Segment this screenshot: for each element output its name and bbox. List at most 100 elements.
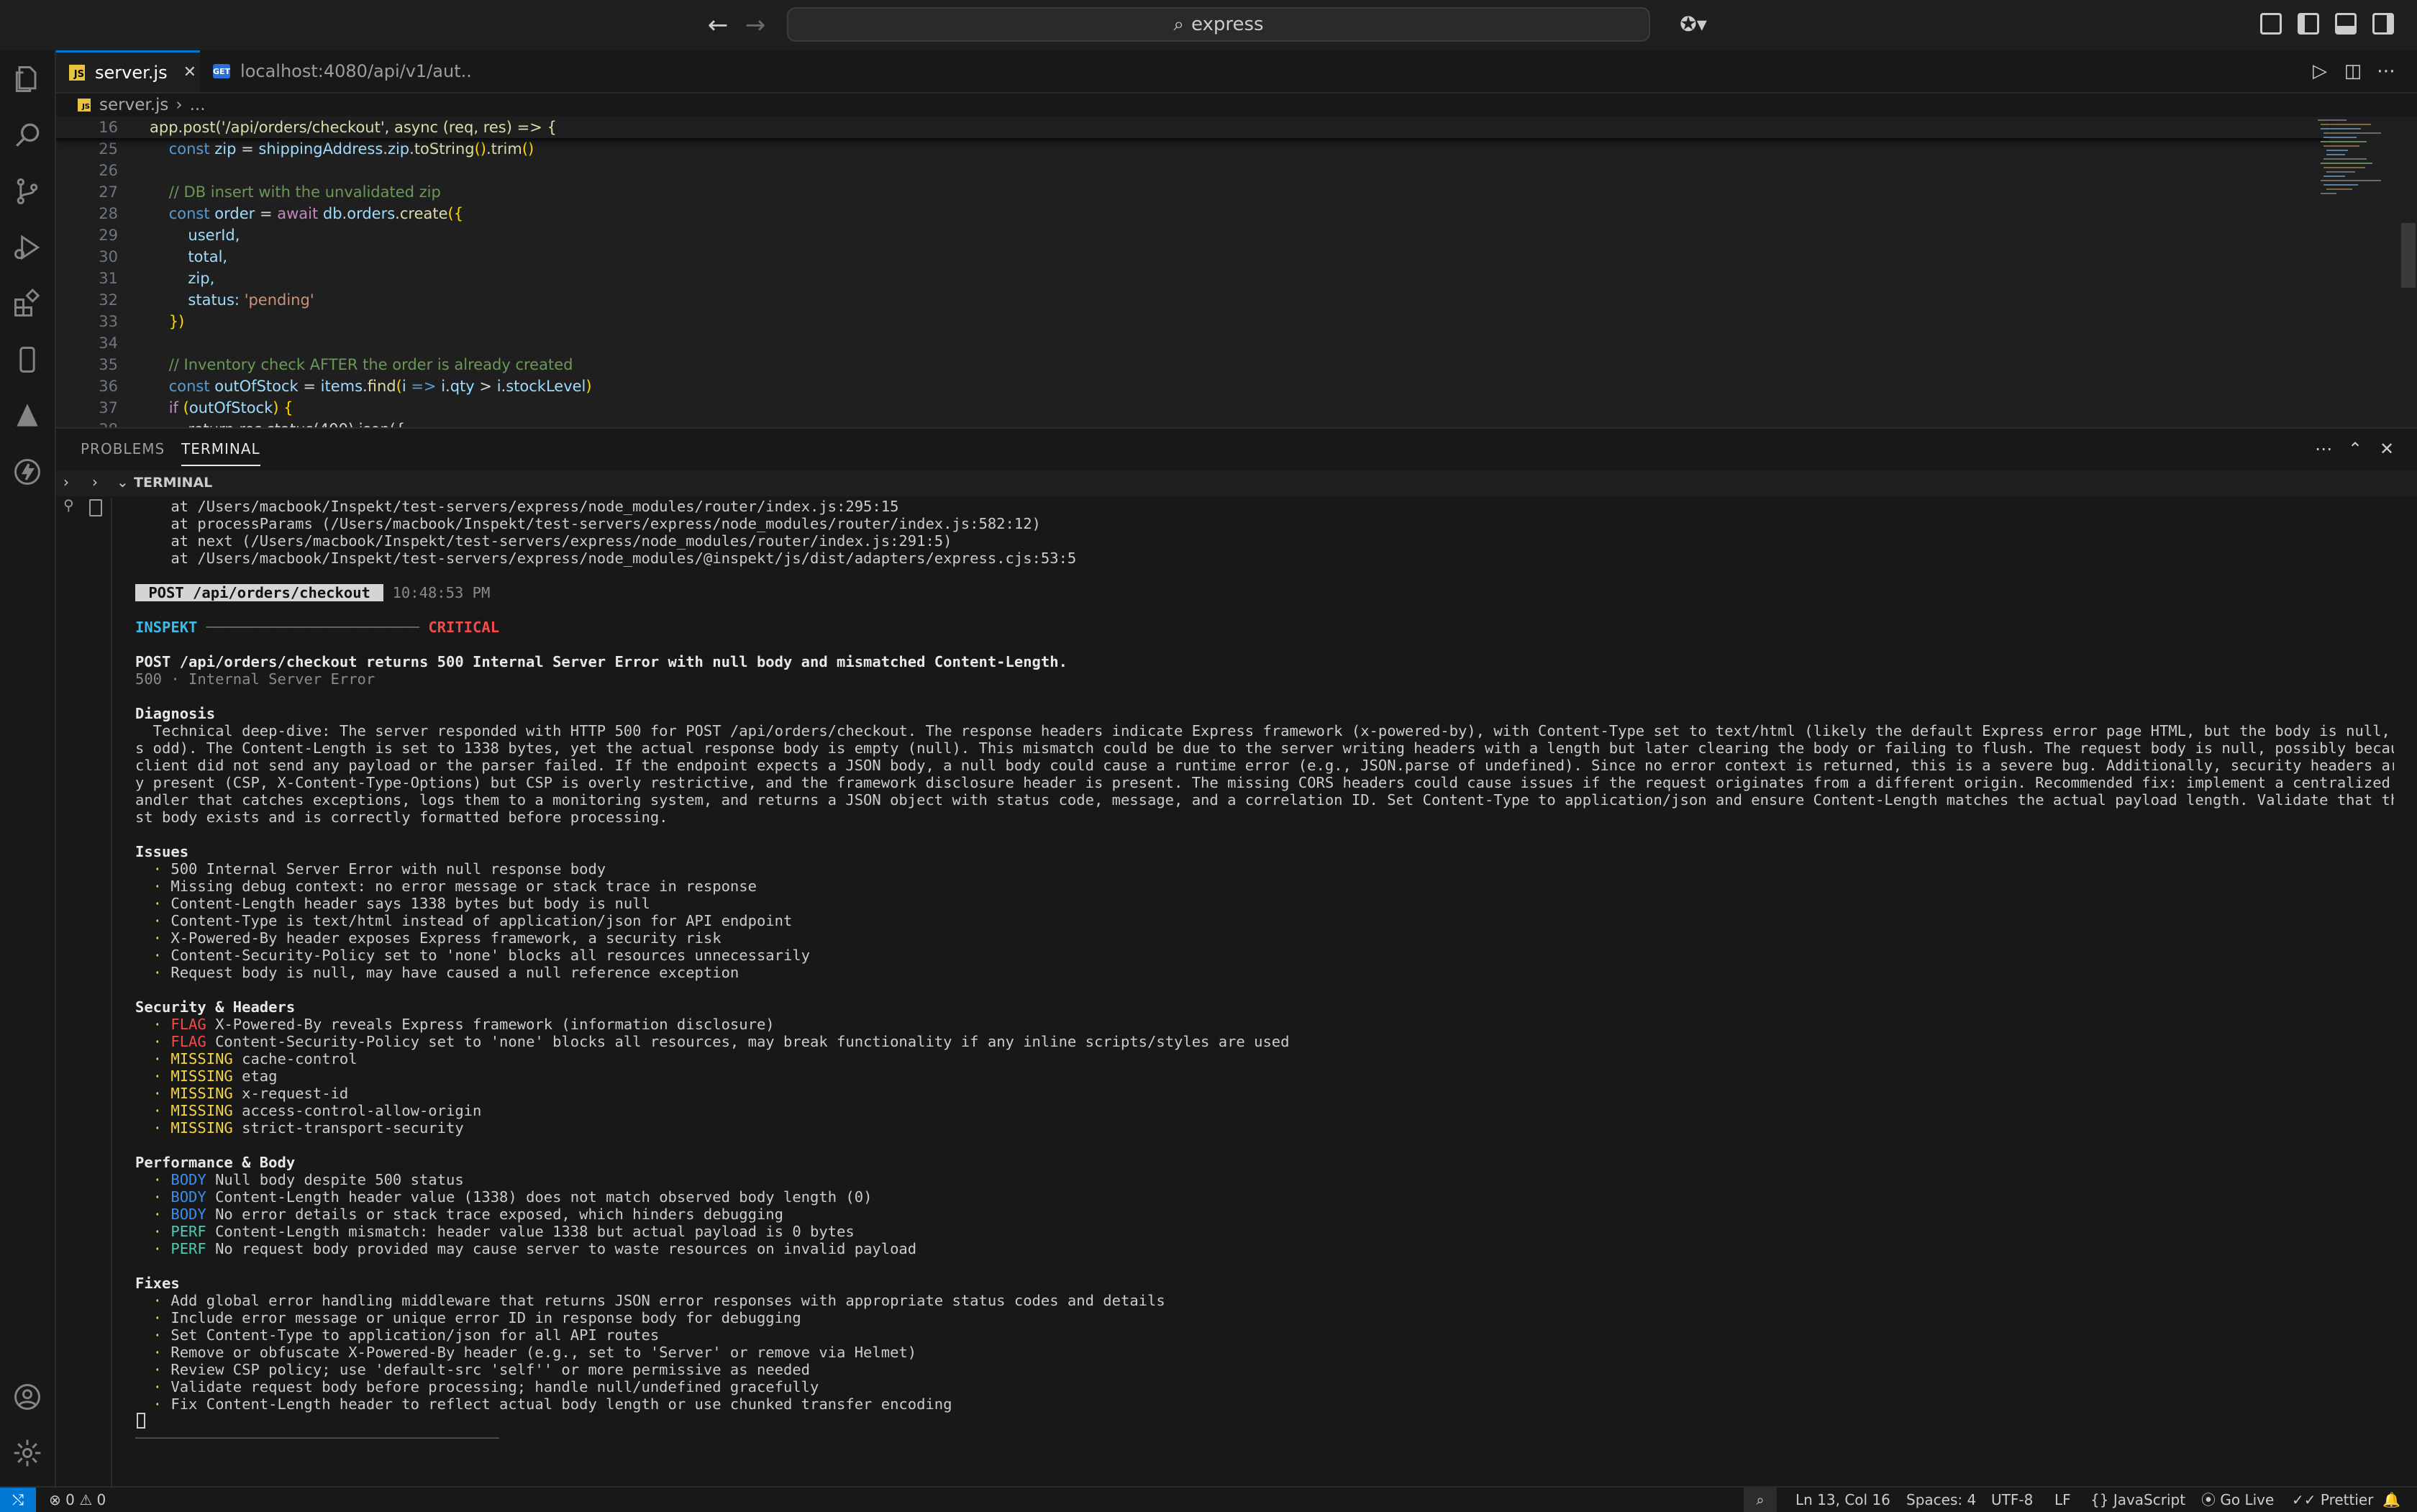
split-editor-icon[interactable]: ◫ (2341, 60, 2365, 82)
toggle-panel-icon[interactable] (2335, 13, 2357, 35)
security-item: · MISSING cache-control (135, 1050, 358, 1067)
chevron-right-icon[interactable]: › (63, 473, 69, 491)
tab-problems[interactable]: PROBLEMS (81, 440, 165, 465)
security-item: · MISSING access-control-allow-origin (135, 1102, 482, 1119)
terminal-header[interactable]: › › ⌄ TERMINAL (56, 470, 2417, 496)
search-icon: ⌕ (1173, 14, 1184, 35)
copilot-icon[interactable]: ✪▾ (1670, 9, 1716, 40)
bottom-panel: PROBLEMS TERMINAL ⋯ ⌃ ✕ › › ⌄ TERMINAL ⚲… (56, 427, 2417, 1488)
more-actions-icon[interactable]: ⋯ (2374, 60, 2398, 82)
minimap[interactable] (2316, 117, 2403, 427)
testing-flask-icon[interactable] (10, 399, 45, 433)
perf-item: · BODY No error details or stack trace e… (135, 1206, 783, 1223)
toggle-primary-sidebar-icon[interactable] (2298, 13, 2319, 35)
more-actions-icon[interactable]: ⋯ (2311, 437, 2336, 460)
code-line: 31 zip, (99, 270, 215, 287)
terminal-output[interactable]: at /Users/macbook/Inspekt/test-servers/e… (135, 498, 2394, 1488)
search-text: express (1191, 14, 1264, 35)
code-line: 26 (99, 162, 118, 179)
toggle-secondary-sidebar-icon[interactable] (2372, 13, 2394, 35)
forward-arrow-icon[interactable]: → (739, 10, 771, 40)
fix-item: · Review CSP policy; use 'default-src 's… (135, 1361, 811, 1378)
close-icon[interactable]: ✕ (183, 63, 196, 81)
issue-item: · 500 Internal Server Error with null re… (135, 860, 606, 878)
run-debug-icon[interactable] (10, 230, 45, 265)
cursor-position[interactable]: Ln 13, Col 16 (1795, 1488, 1890, 1512)
error-icon: ⊗ (49, 1491, 61, 1508)
diagnosis-line: st body exists and is correctly formatte… (135, 809, 668, 826)
sticky-scroll-line[interactable]: 16 app.post('/api/orders/checkout', async… (56, 117, 2329, 140)
braces-icon: {} (2090, 1491, 2109, 1508)
notifications-bell-icon[interactable]: 🔔 (2382, 1488, 2400, 1512)
diagnosis-line: Technical deep-dive: The server responde… (135, 722, 2394, 739)
back-arrow-icon[interactable]: ← (702, 10, 734, 40)
breadcrumb: JS server.js › ... (78, 94, 206, 117)
search-icon[interactable] (10, 118, 45, 152)
command-center-search[interactable]: ⌕ express (787, 7, 1650, 42)
chevron-right-icon[interactable]: › (92, 473, 98, 491)
code-line: 29 userId, (99, 227, 240, 244)
terminal-instance-icon[interactable] (89, 499, 102, 516)
title-bar: ← → ⌕ express ✪▾ (0, 0, 2417, 52)
indentation[interactable]: Spaces: 4 (1906, 1488, 1976, 1512)
tab-localhost-request[interactable]: GET localhost:4080/api/v1/aut.. (200, 50, 472, 92)
fix-item: · Fix Content-Length header to reflect a… (135, 1395, 952, 1413)
status-line: 500 · Internal Server Error (135, 670, 375, 688)
tab-terminal[interactable]: TERMINAL (181, 440, 260, 466)
diagnosis-title: Diagnosis (135, 705, 216, 722)
request-pill: POST /api/orders/checkout (135, 584, 384, 601)
encoding[interactable]: UTF-8 (1991, 1488, 2033, 1512)
bottom-rule: ────────────────────────────────────────… (135, 1433, 499, 1444)
chevron-down-icon[interactable]: ⌄ (117, 473, 129, 491)
customize-layout-icon[interactable] (2260, 13, 2282, 35)
perf-title: Performance & Body (135, 1154, 296, 1171)
zoom-search-icon[interactable]: ⌕ (1744, 1488, 1777, 1512)
breadcrumb-more[interactable]: ... (190, 96, 206, 114)
tab-server-js[interactable]: JS server.js ✕ (56, 50, 200, 92)
settings-gear-icon[interactable] (10, 1436, 45, 1470)
problems-indicator[interactable]: ⊗ 0 ⚠ 0 (49, 1488, 106, 1512)
prettier-status[interactable]: ✓✓ Prettier (2292, 1488, 2373, 1512)
source-control-icon[interactable] (10, 174, 45, 209)
code-line: 37 if (outOfStock) { (99, 399, 293, 416)
http-request-icon: GET (213, 64, 231, 78)
perf-item: · BODY Content-Length header value (1338… (135, 1188, 873, 1206)
maximize-panel-icon[interactable]: ⌃ (2342, 437, 2368, 460)
breadcrumb-file[interactable]: server.js (99, 96, 168, 114)
request-time: 10:48:53 PM (392, 584, 491, 601)
perf-item: · PERF No request body provided may caus… (135, 1240, 917, 1257)
terminal-gutter (56, 498, 112, 1488)
issue-item: · Content-Length header says 1338 bytes … (135, 895, 650, 912)
issue-item: · Missing debug context: no error messag… (135, 878, 757, 895)
javascript-file-icon: JS (78, 99, 91, 111)
diagnosis-line: andler that catches exceptions, logs the… (135, 791, 2394, 809)
diagnosis-line: y present (CSP, X-Content-Type-Options) … (135, 774, 2394, 791)
end-of-line[interactable]: LF (2054, 1488, 2071, 1512)
account-icon[interactable] (10, 1380, 45, 1414)
fix-item: · Add global error handling middleware t… (135, 1292, 1165, 1309)
panel-tabs: PROBLEMS TERMINAL ⋯ ⌃ ✕ (56, 429, 2417, 469)
remote-device-icon[interactable] (10, 342, 45, 377)
status-bar: ⤭ ⊗ 0 ⚠ 0 ⌕ Ln 13, Col 16 Spaces: 4 UTF-… (0, 1486, 2417, 1512)
security-item: · MISSING etag (135, 1067, 278, 1085)
terminal-section-label: TERMINAL (134, 475, 213, 491)
security-item: · MISSING strict-transport-security (135, 1119, 464, 1137)
go-live-button[interactable]: ⦿ Go Live (2201, 1488, 2274, 1512)
chevron-right-icon: › (176, 96, 183, 114)
security-item: · FLAG Content-Security-Policy set to 'n… (135, 1033, 1290, 1050)
pin-icon[interactable]: ⚲ (63, 496, 78, 518)
run-icon[interactable]: ▷ (2308, 60, 2332, 82)
explorer-icon[interactable] (10, 62, 45, 96)
remote-indicator-icon[interactable]: ⤭ (0, 1488, 36, 1512)
thunder-client-icon[interactable] (10, 455, 45, 489)
code-editor[interactable]: 25 const zip = shippingAddress.zip.toStr… (56, 117, 2417, 427)
code-line: 34 (99, 334, 118, 352)
diagnosis-line: s odd). The Content-Length is set to 133… (135, 739, 2394, 757)
extensions-icon[interactable] (10, 286, 45, 321)
language-mode[interactable]: {} JavaScript (2090, 1488, 2185, 1512)
severity-badge: CRITICAL (428, 619, 500, 636)
issue-item: · X-Powered-By header exposes Express fr… (135, 929, 722, 947)
editor-scrollbar-thumb[interactable] (2401, 223, 2416, 288)
code-line: 28 const order = await db.orders.create(… (99, 205, 464, 222)
close-panel-icon[interactable]: ✕ (2374, 437, 2400, 460)
